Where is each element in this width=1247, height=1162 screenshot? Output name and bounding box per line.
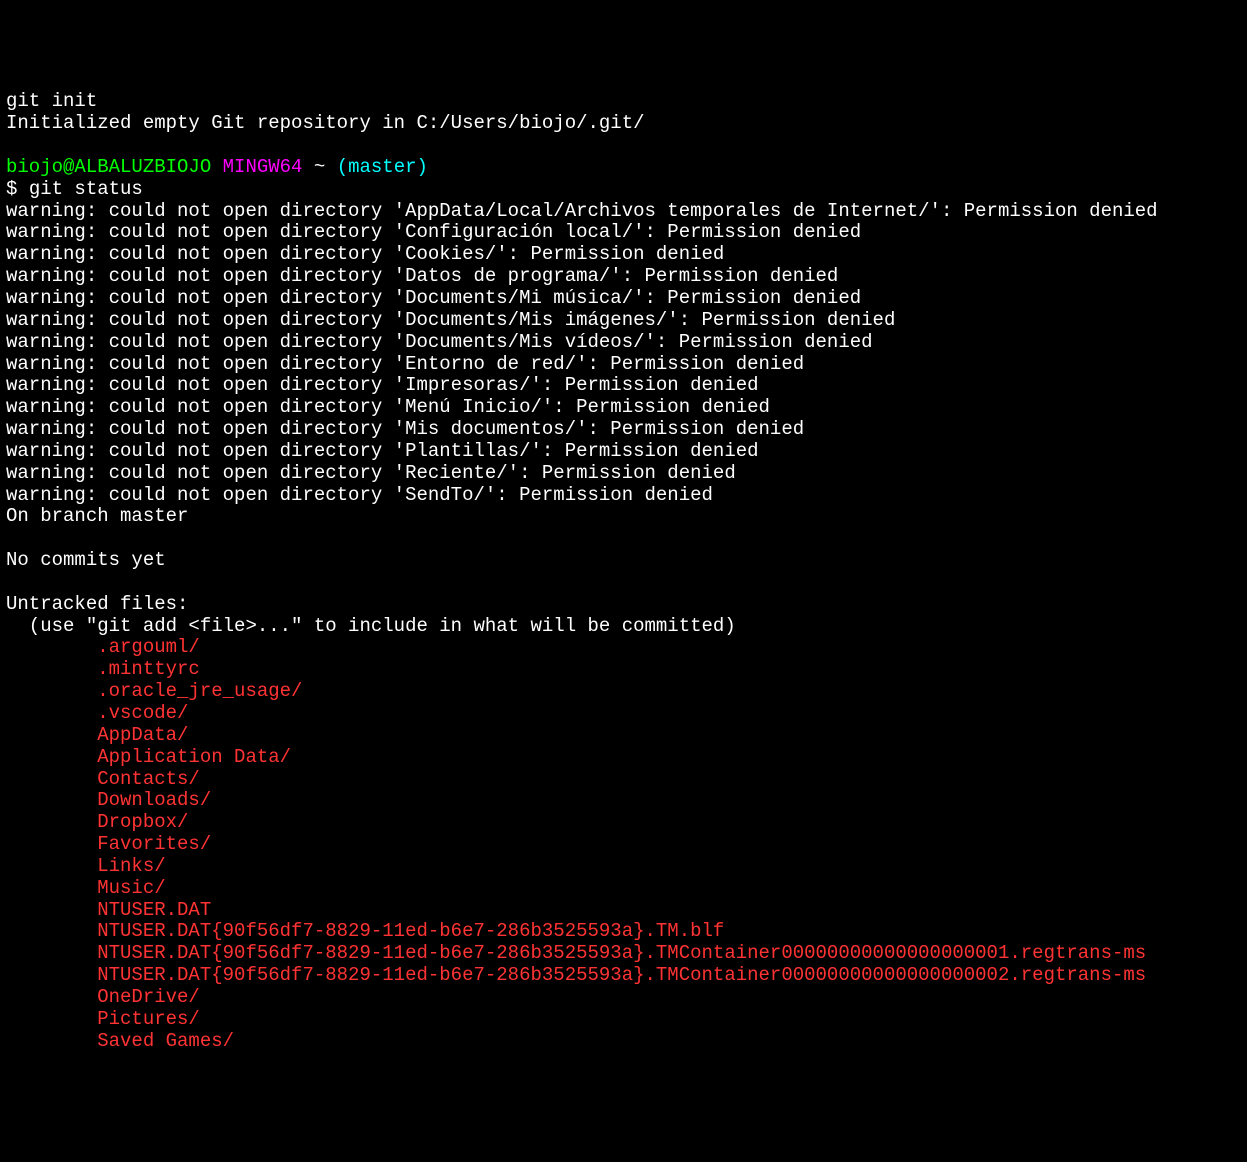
untracked-file: NTUSER.DAT{90f56df7-8829-11ed-b6e7-286b3… — [6, 964, 1146, 986]
untracked-hint: (use "git add <file>..." to include in w… — [6, 615, 736, 637]
no-commits: No commits yet — [6, 549, 166, 571]
untracked-file: NTUSER.DAT — [6, 899, 211, 921]
untracked-file: Music/ — [6, 877, 166, 899]
prompt-env: MINGW64 — [223, 156, 303, 178]
untracked-file: Pictures/ — [6, 1008, 200, 1030]
untracked-file: NTUSER.DAT{90f56df7-8829-11ed-b6e7-286b3… — [6, 942, 1146, 964]
untracked-file: Application Data/ — [6, 746, 291, 768]
prompt-user: biojo@ALBALUZBIOJO — [6, 156, 211, 178]
untracked-file-list: .argouml/ .minttyrc .oracle_jre_usage/ .… — [6, 636, 1146, 1051]
untracked-file: .minttyrc — [6, 658, 200, 680]
untracked-file: .argouml/ — [6, 636, 200, 658]
prompt-path: ~ — [314, 156, 325, 178]
cmd-git-status: git status — [29, 178, 143, 200]
terminal-output[interactable]: git init Initialized empty Git repositor… — [6, 91, 1241, 1052]
untracked-file: Dropbox/ — [6, 811, 188, 833]
untracked-file: NTUSER.DAT{90f56df7-8829-11ed-b6e7-286b3… — [6, 920, 724, 942]
untracked-file: Contacts/ — [6, 768, 200, 790]
untracked-file: AppData/ — [6, 724, 188, 746]
cmd-git-init: git init — [6, 90, 97, 112]
untracked-file: Downloads/ — [6, 789, 211, 811]
prompt-branch: (master) — [337, 156, 428, 178]
untracked-file: Favorites/ — [6, 833, 211, 855]
untracked-header: Untracked files: — [6, 593, 188, 615]
untracked-file: OneDrive/ — [6, 986, 200, 1008]
prompt-dollar: $ — [6, 178, 29, 200]
untracked-file: .vscode/ — [6, 702, 188, 724]
untracked-file: Saved Games/ — [6, 1030, 234, 1052]
untracked-file: .oracle_jre_usage/ — [6, 680, 302, 702]
warning-lines: warning: could not open directory 'AppDa… — [6, 200, 1158, 506]
untracked-file: Links/ — [6, 855, 166, 877]
init-output: Initialized empty Git repository in C:/U… — [6, 112, 645, 134]
on-branch: On branch master — [6, 505, 188, 527]
